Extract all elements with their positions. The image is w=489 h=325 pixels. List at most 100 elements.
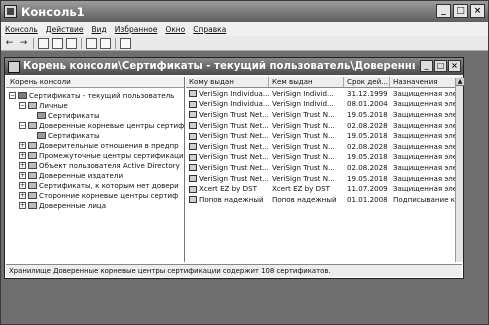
list-header: Кому выдан Кем выдан Срок дей... Назначе… xyxy=(186,77,462,88)
help-icon[interactable] xyxy=(120,37,131,49)
tree-item-label: Сторонние корневые центры сертиф xyxy=(39,190,179,200)
table-row[interactable]: VeriSign Individua... VeriSign Individ...… xyxy=(186,88,462,99)
cell-text: 19.05.2018 xyxy=(347,109,388,119)
certificate-icon xyxy=(189,100,197,108)
cell-issued-by: VeriSign Trust N... xyxy=(269,174,344,183)
cell-text: VeriSign Trust Net... xyxy=(199,131,269,141)
cell-expiration: 02.08.2028 xyxy=(344,142,390,151)
tree-item-label: Сертификаты - текущий пользователь xyxy=(29,90,175,100)
table-row[interactable]: Попов надежный Попов надежный 01.01.2008 По… xyxy=(186,194,462,205)
up-folder-icon[interactable] xyxy=(38,37,49,49)
menu-window[interactable]: Окно xyxy=(161,25,189,34)
tree-item-untrusted-certificates[interactable]: + Сертификаты, к которым нет довери xyxy=(19,180,179,190)
cell-issued-to: VeriSign Trust Net... xyxy=(186,152,269,161)
cell-text: VeriSign Trust N... xyxy=(272,173,335,183)
certificate-icon xyxy=(189,111,197,119)
tree-item-personal-certificates[interactable]: Сертификаты xyxy=(37,110,100,120)
toolbar-separator xyxy=(33,37,34,49)
certificate-icon xyxy=(189,196,197,204)
collapse-toggle[interactable]: − xyxy=(9,91,16,99)
expand-toggle[interactable]: + xyxy=(19,141,26,149)
child-close-button[interactable]: × xyxy=(448,60,461,72)
expand-toggle[interactable]: + xyxy=(19,151,26,159)
expand-toggle[interactable]: + xyxy=(19,181,26,189)
expand-toggle[interactable]: + xyxy=(19,161,26,169)
certificate-icon xyxy=(189,164,197,172)
table-row[interactable]: VeriSign Trust Net... VeriSign Trust N...… xyxy=(186,152,462,163)
cell-text: VeriSign Trust N... xyxy=(272,131,335,141)
cell-issued-to: VeriSign Trust Net... xyxy=(186,110,269,119)
column-header-issued-to[interactable]: Кому выдан xyxy=(186,77,269,87)
cell-text: 01.01.2008 xyxy=(347,194,388,204)
show-tree-icon[interactable] xyxy=(52,37,63,49)
tree-item-certificates-current-user[interactable]: − Сертификаты - текущий пользователь xyxy=(9,90,174,100)
minimize-button[interactable]: _ xyxy=(436,4,451,18)
menu-favorites[interactable]: Избранное xyxy=(111,25,162,34)
forward-arrow-icon[interactable]: → xyxy=(18,38,29,49)
tree-item-third-party-root[interactable]: + Сторонние корневые центры сертиф xyxy=(19,190,178,200)
tree-item-label: Сертификаты xyxy=(48,110,100,120)
child-minimize-button[interactable]: _ xyxy=(420,60,433,72)
column-header-expiration[interactable]: Срок дей... xyxy=(344,77,390,87)
certificate-icon xyxy=(189,132,197,140)
column-header-issued-by[interactable]: Кем выдан xyxy=(269,77,344,87)
app-title-bar[interactable]: Консоль1 _ □ × xyxy=(1,1,488,22)
table-row[interactable]: Xcert EZ by DST Xcert EZ by DST 11.07.2009… xyxy=(186,183,462,194)
table-row[interactable]: VeriSign Trust Net... VeriSign Trust N...… xyxy=(186,130,462,141)
tree-root[interactable]: Корень консоли xyxy=(6,77,184,88)
tree-item-trusted-root-certificates[interactable]: Сертификаты xyxy=(37,130,100,140)
cell-text: VeriSign Individ... xyxy=(272,88,334,98)
cell-issued-to: Попов надежный xyxy=(186,195,269,204)
status-bar: Хранилище Доверенные корневые центры сер… xyxy=(6,264,462,277)
cell-issued-by: VeriSign Trust N... xyxy=(269,152,344,161)
cell-expiration: 19.05.2018 xyxy=(344,110,390,119)
cell-text: Защищенная элек... xyxy=(393,120,462,130)
expand-toggle[interactable]: + xyxy=(19,171,26,179)
toolbar-separator xyxy=(81,37,82,49)
certificates-icon xyxy=(18,91,27,99)
refresh-icon[interactable] xyxy=(86,37,97,49)
tree-item-trusted-publishers[interactable]: + Доверенные издатели xyxy=(19,170,123,180)
tree-item-trusted-root[interactable]: − Доверенные корневые центры сертиф xyxy=(19,120,184,130)
folder-icon xyxy=(28,161,37,169)
collapse-toggle[interactable]: − xyxy=(19,101,26,109)
back-arrow-icon[interactable]: ← xyxy=(4,38,15,49)
tree-item-enterprise-trust[interactable]: + Доверительные отношения в предпр xyxy=(19,140,179,150)
cell-purposes: Защищенная элек... xyxy=(390,174,462,183)
child-title-bar[interactable]: Корень консоли\Сертификаты - текущий пол… xyxy=(5,58,463,75)
expand-toggle[interactable]: + xyxy=(19,191,26,199)
maximize-button[interactable]: □ xyxy=(453,4,468,18)
child-maximize-button[interactable]: □ xyxy=(434,60,447,72)
properties-icon[interactable] xyxy=(66,37,77,49)
menu-action[interactable]: Действие xyxy=(42,25,88,34)
tree-item-trusted-people[interactable]: + Доверенные лица xyxy=(19,200,106,210)
collapse-toggle[interactable]: − xyxy=(19,121,26,129)
scroll-up-arrow-icon[interactable]: ▲ xyxy=(456,78,464,86)
tree-item-label: Сертификаты, к которым нет довери xyxy=(39,180,179,190)
menu-view[interactable]: Вид xyxy=(88,25,111,34)
tree-item-intermediate-ca[interactable]: + Промежуточные центры сертификаци xyxy=(19,150,184,160)
table-row[interactable]: VeriSign Trust Net... VeriSign Trust N...… xyxy=(186,109,462,120)
column-header-purposes[interactable]: Назначения xyxy=(390,77,462,87)
export-list-icon[interactable] xyxy=(100,37,111,49)
menu-console[interactable]: Консоль xyxy=(1,25,42,34)
table-row[interactable]: VeriSign Trust Net... VeriSign Trust N...… xyxy=(186,141,462,152)
cell-text: Защищенная элек... xyxy=(393,173,462,183)
certificate-rows: VeriSign Individua... VeriSign Individ...… xyxy=(186,88,462,205)
child-window-title: Корень консоли\Сертификаты - текущий пол… xyxy=(23,61,415,72)
table-row[interactable]: VeriSign Trust Net... VeriSign Trust N...… xyxy=(186,120,462,131)
table-row[interactable]: VeriSign Trust Net... VeriSign Trust N...… xyxy=(186,162,462,173)
tree-item-active-directory-user[interactable]: + Объект пользователя Active Directory xyxy=(19,160,180,170)
expand-toggle[interactable]: + xyxy=(19,201,26,209)
tree-item-personal[interactable]: − Личные xyxy=(19,100,68,110)
folder-icon xyxy=(37,131,46,139)
cell-text: VeriSign Trust N... xyxy=(272,152,335,162)
menu-help[interactable]: Справка xyxy=(189,25,230,34)
table-row[interactable]: VeriSign Trust Net... VeriSign Trust N...… xyxy=(186,173,462,184)
cell-text: 11.07.2009 xyxy=(347,184,388,194)
close-button[interactable]: × xyxy=(470,4,485,18)
folder-icon xyxy=(28,141,37,149)
table-row[interactable]: VeriSign Individua... VeriSign Individ...… xyxy=(186,99,462,110)
list-scrollbar[interactable]: ▲ xyxy=(455,78,464,262)
cell-issued-by: VeriSign Trust N... xyxy=(269,121,344,130)
